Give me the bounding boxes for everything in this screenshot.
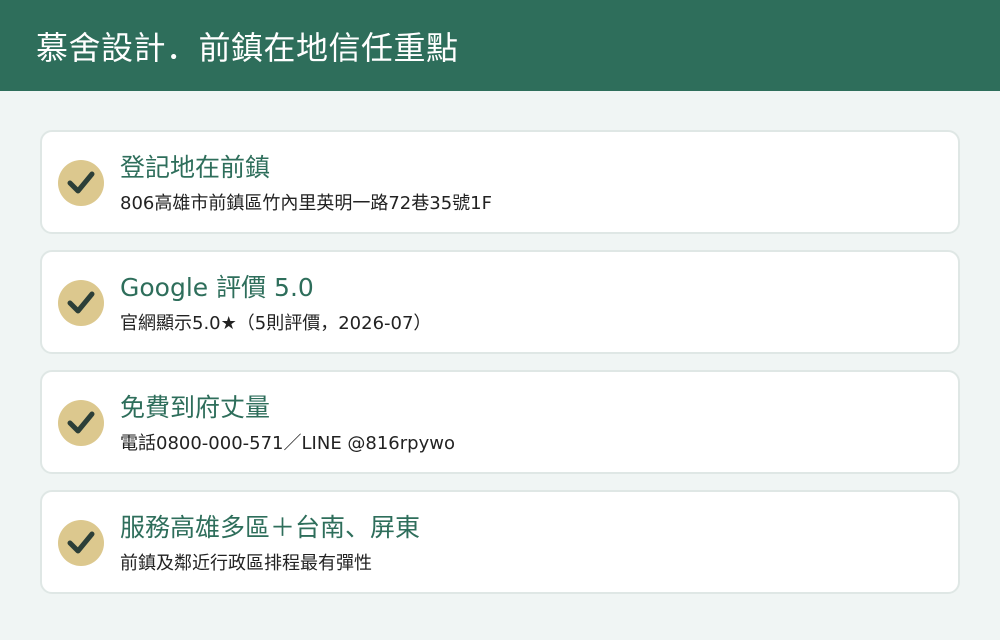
trust-point-card: 服務高雄多區＋台南、屏東 前鎮及鄰近行政區排程最有彈性 bbox=[40, 490, 960, 594]
page-title: 慕舍設計．前鎮在地信任重點 bbox=[36, 28, 459, 67]
check-icon bbox=[58, 280, 104, 326]
trust-point-card: Google 評價 5.0 官網顯示5.0★（5則評價，2026-07） bbox=[40, 250, 960, 354]
trust-point-title: Google 評價 5.0 bbox=[120, 273, 314, 302]
trust-point-title: 登記地在前鎮 bbox=[120, 153, 271, 182]
trust-point-subtitle: 官網顯示5.0★（5則評價，2026-07） bbox=[120, 313, 432, 334]
check-icon bbox=[58, 520, 104, 566]
trust-point-subtitle: 電話0800-000-571／LINE @816rpywo bbox=[120, 433, 455, 454]
trust-point-card: 免費到府丈量 電話0800-000-571／LINE @816rpywo bbox=[40, 370, 960, 474]
trust-point-subtitle: 806高雄市前鎮區竹內里英明一路72巷35號1F bbox=[120, 193, 492, 214]
page-header: 慕舍設計．前鎮在地信任重點 bbox=[0, 0, 1000, 91]
check-icon bbox=[58, 400, 104, 446]
trust-point-subtitle: 前鎮及鄰近行政區排程最有彈性 bbox=[120, 553, 372, 574]
trust-points-list: 登記地在前鎮 806高雄市前鎮區竹內里英明一路72巷35號1F Google 評… bbox=[0, 91, 1000, 594]
trust-point-title: 免費到府丈量 bbox=[120, 393, 271, 422]
check-icon bbox=[58, 160, 104, 206]
trust-point-title: 服務高雄多區＋台南、屏東 bbox=[120, 513, 421, 542]
trust-point-card: 登記地在前鎮 806高雄市前鎮區竹內里英明一路72巷35號1F bbox=[40, 130, 960, 234]
